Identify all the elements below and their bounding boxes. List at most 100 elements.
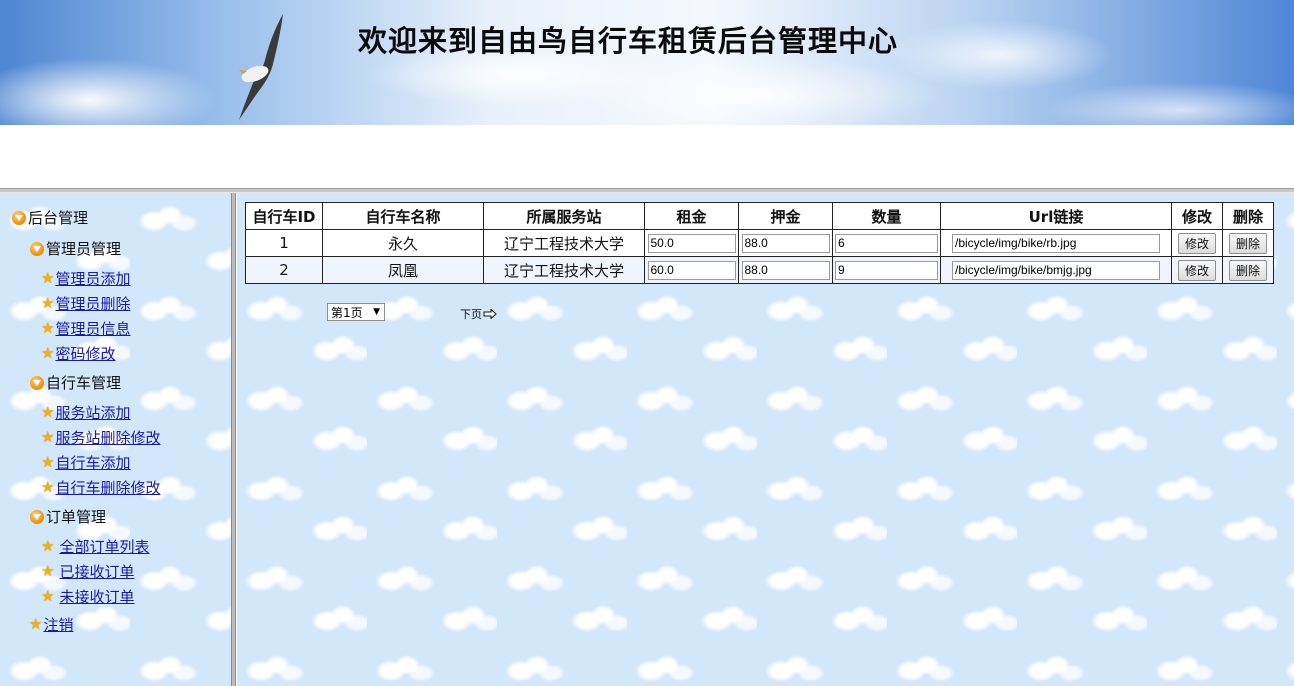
page-select[interactable]: 第1页 ▼: [327, 303, 385, 321]
page-title: 欢迎来到自由鸟自行车租赁后台管理中心: [358, 24, 899, 58]
sidebar-group-label: 订单管理: [46, 508, 107, 526]
frame-separator[interactable]: [232, 193, 236, 686]
bike-name-cell: 凤凰: [322, 256, 484, 284]
sidebar-item-station-add: ★ 服务站添加: [41, 402, 130, 423]
url-input[interactable]: [952, 260, 1160, 280]
expand-down-icon: [30, 241, 44, 256]
bike-id-cell: 1: [245, 229, 323, 257]
sidebar-link[interactable]: 服务站删除修改: [55, 427, 160, 448]
table-row: 1 永久 辽宁工程技术大学 修改 删除: [245, 229, 1274, 257]
star-icon: ★: [41, 403, 55, 421]
delete-button[interactable]: 删除: [1228, 232, 1267, 254]
page-select-value: 第1页: [331, 305, 363, 320]
seagull-image: [239, 14, 283, 120]
star-icon: ★: [29, 615, 43, 633]
star-icon: ★: [41, 562, 55, 580]
sidebar-link[interactable]: 管理员删除: [55, 293, 130, 314]
star-icon: ★: [41, 537, 55, 555]
bike-id-cell: 2: [245, 256, 323, 284]
delete-button[interactable]: 删除: [1228, 259, 1267, 281]
sidebar-item-all-orders: ★ 全部订单列表: [41, 536, 149, 557]
deposit-cell: [738, 256, 833, 284]
table-row: 2 凤凰 辽宁工程技术大学 修改 删除: [245, 256, 1274, 284]
station-cell: 辽宁工程技术大学: [483, 229, 645, 257]
column-header: 数量: [832, 202, 941, 230]
column-header: 租金: [644, 202, 739, 230]
sidebar-group-bicycle[interactable]: 自行车管理: [30, 372, 121, 393]
logout-link[interactable]: 注销: [43, 614, 73, 635]
column-header: 自行车名称: [322, 202, 484, 230]
edit-button[interactable]: 修改: [1177, 259, 1216, 281]
sidebar-item-unreceived-orders: ★ 未接收订单: [41, 586, 134, 607]
star-icon: ★: [41, 428, 55, 446]
column-header: Url链接: [940, 202, 1172, 230]
header-banner: 欢迎来到自由鸟自行车租赁后台管理中心: [0, 0, 1294, 125]
sidebar-link[interactable]: 管理员添加: [55, 268, 130, 289]
sidebar-root[interactable]: 后台管理: [12, 207, 88, 228]
column-header: 删除: [1222, 202, 1274, 230]
star-icon: ★: [41, 294, 55, 312]
sidebar-link[interactable]: 管理员信息: [55, 318, 130, 339]
sidebar-item-bike-add: ★ 自行车添加: [41, 452, 130, 473]
delete-cell: 删除: [1222, 256, 1274, 284]
star-icon: ★: [41, 453, 55, 471]
quantity-input[interactable]: [835, 233, 938, 253]
arrow-right-icon: [483, 309, 497, 319]
header-spacer: [0, 125, 1294, 188]
sidebar-link[interactable]: 全部订单列表: [59, 536, 149, 557]
url-input[interactable]: [952, 233, 1160, 253]
rent-input[interactable]: [647, 260, 736, 280]
sidebar-link[interactable]: 未接收订单: [59, 586, 134, 607]
star-icon: ★: [41, 344, 55, 362]
quantity-input[interactable]: [835, 260, 938, 280]
quantity-cell: [832, 229, 941, 257]
deposit-input[interactable]: [741, 260, 830, 280]
sidebar-item-logout: ★ 注销: [29, 614, 73, 635]
chevron-down-icon: ▼: [373, 307, 380, 317]
sidebar-root-label: 后台管理: [28, 209, 89, 227]
sidebar-item-bike-edit: ★ 自行车删除修改: [41, 477, 160, 498]
quantity-cell: [832, 256, 941, 284]
star-icon: ★: [41, 269, 55, 287]
url-cell: [940, 229, 1172, 257]
sidebar-link[interactable]: 自行车添加: [55, 452, 130, 473]
sidebar-item-admin-add: ★ 管理员添加: [41, 268, 130, 289]
bicycle-table: 自行车ID 自行车名称 所属服务站 租金 押金 数量 Url链接 修改 删除 1…: [245, 202, 1274, 284]
expand-down-icon: [30, 509, 44, 524]
sidebar-group-admin[interactable]: 管理员管理: [30, 238, 121, 259]
sidebar-link[interactable]: 密码修改: [55, 343, 115, 364]
station-cell: 辽宁工程技术大学: [483, 256, 645, 284]
deposit-input[interactable]: [741, 233, 830, 253]
bike-name-cell: 永久: [322, 229, 484, 257]
star-icon: ★: [41, 319, 55, 337]
delete-cell: 删除: [1222, 229, 1274, 257]
next-page-label: 下页: [460, 308, 482, 321]
rent-cell: [644, 256, 739, 284]
sidebar: 后台管理 管理员管理 ★ 管理员添加 ★ 管理员删除 ★ 管理员信息 ★ 密码修…: [0, 193, 232, 686]
next-page-link[interactable]: 下页: [460, 306, 497, 322]
edit-cell: 修改: [1171, 256, 1223, 284]
edit-button[interactable]: 修改: [1177, 232, 1216, 254]
sidebar-group-orders[interactable]: 订单管理: [30, 506, 106, 527]
rent-cell: [644, 229, 739, 257]
sidebar-link[interactable]: 已接收订单: [59, 561, 134, 582]
column-header: 押金: [738, 202, 833, 230]
expand-down-icon: [30, 375, 44, 390]
column-header: 自行车ID: [245, 202, 323, 230]
edit-cell: 修改: [1171, 229, 1223, 257]
sidebar-link[interactable]: 自行车删除修改: [55, 477, 160, 498]
sidebar-item-received-orders: ★ 已接收订单: [41, 561, 134, 582]
sidebar-item-admin-delete: ★ 管理员删除: [41, 293, 130, 314]
main-content: 自行车ID 自行车名称 所属服务站 租金 押金 数量 Url链接 修改 删除 1…: [237, 193, 1294, 686]
table-header-row: 自行车ID 自行车名称 所属服务站 租金 押金 数量 Url链接 修改 删除: [245, 202, 1274, 230]
rent-input[interactable]: [647, 233, 736, 253]
deposit-cell: [738, 229, 833, 257]
expand-down-icon: [12, 210, 26, 225]
url-cell: [940, 256, 1172, 284]
star-icon: ★: [41, 478, 55, 496]
sidebar-group-label: 自行车管理: [46, 374, 122, 392]
star-icon: ★: [41, 587, 55, 605]
column-header: 修改: [1171, 202, 1223, 230]
sidebar-item-password: ★ 密码修改: [41, 343, 115, 364]
sidebar-link[interactable]: 服务站添加: [55, 402, 130, 423]
